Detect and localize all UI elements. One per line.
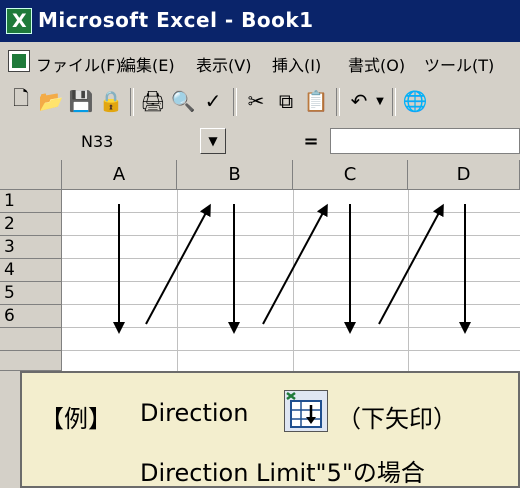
menu-format[interactable]: 書式(O) — [348, 52, 405, 76]
undo-icon[interactable]: ↶ — [346, 88, 372, 114]
permission-icon[interactable]: 🔒 — [98, 88, 124, 114]
example-label: 【例】 — [40, 405, 112, 433]
equals-button[interactable]: = — [298, 128, 324, 154]
name-box-dropdown[interactable]: ▼ — [200, 128, 226, 154]
toolbar-separator — [233, 88, 237, 116]
excel-app-icon[interactable] — [6, 8, 32, 34]
down-arrow-note: （下矢印） — [337, 405, 457, 433]
chevron-down-icon[interactable]: ▼ — [374, 88, 386, 114]
formula-input[interactable] — [330, 128, 520, 154]
menu-bar: ファイル(F) 編集(E) 表示(V) 挿入(I) 書式(O) ツール(T) — [0, 42, 520, 81]
menu-view[interactable]: 表示(V) — [196, 52, 251, 76]
workbook-icon[interactable] — [8, 50, 30, 72]
paste-icon[interactable]: 📋 — [303, 88, 329, 114]
menu-tools[interactable]: ツール(T) — [424, 52, 494, 76]
example-callout: 【例】 Direction （下矢印） Direction Limit"5"の場… — [20, 371, 520, 488]
new-icon[interactable]: 🗋 — [8, 86, 34, 114]
menu-file[interactable]: ファイル(F) — [36, 52, 122, 76]
open-icon[interactable]: 📂 — [38, 88, 64, 114]
spelling-icon[interactable]: ✓ — [200, 88, 226, 114]
direction-down-icon — [284, 390, 328, 432]
direction-limit-note: Direction Limit"5"の場合 — [140, 459, 425, 487]
worksheet-grid[interactable]: A B C D 1 2 3 4 5 6 — [0, 160, 520, 371]
toolbar-separator — [130, 88, 134, 116]
menu-edit[interactable]: 編集(E) — [120, 52, 175, 76]
chevron-down-icon: ▼ — [208, 134, 218, 148]
grid-lines-and-arrows — [62, 190, 520, 371]
direction-label: Direction — [140, 399, 249, 427]
menu-insert[interactable]: 挿入(I) — [272, 52, 321, 76]
window-title: Microsoft Excel - Book1 — [38, 8, 314, 32]
print-icon[interactable]: 🖨 — [140, 88, 166, 114]
formula-bar: N33 ▼ = — [0, 122, 520, 161]
name-box-value: N33 — [81, 131, 114, 151]
save-icon[interactable]: 💾 — [68, 88, 94, 114]
cut-icon[interactable]: ✂ — [243, 88, 269, 114]
toolbar-separator — [336, 88, 340, 116]
name-box[interactable]: N33 — [2, 128, 222, 154]
standard-toolbar: 🗋 📂 💾 🔒 🖨 🔍 ✓ ✂ ⧉ 📋 ↶ ▼ 🌐 — [0, 80, 520, 123]
web-icon[interactable]: 🌐 — [402, 88, 428, 114]
toolbar-separator — [392, 88, 396, 116]
print-preview-icon[interactable]: 🔍 — [170, 88, 196, 114]
title-bar: Microsoft Excel - Book1 — [0, 0, 520, 42]
copy-icon[interactable]: ⧉ — [273, 88, 299, 114]
